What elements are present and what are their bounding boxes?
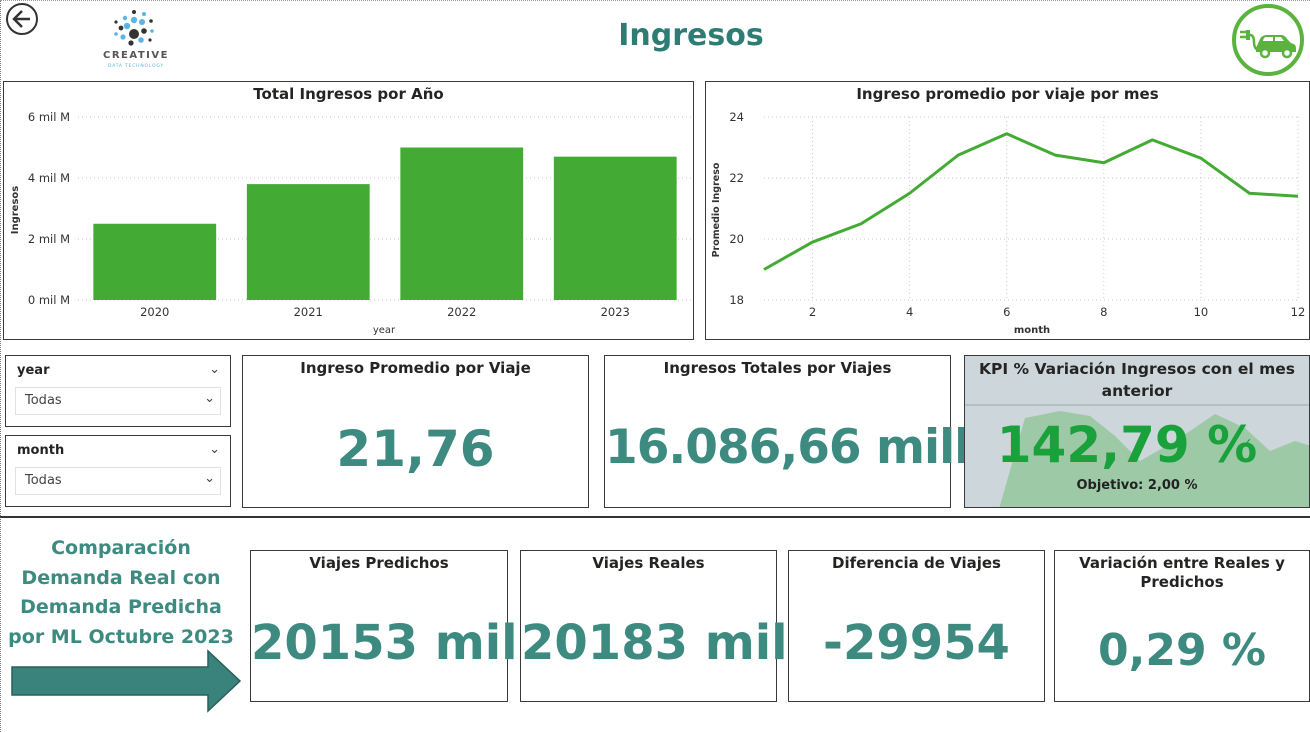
page-title: Ingresos [618, 18, 764, 53]
kpi-title: KPI % Variación Ingresos con el mes ante… [979, 360, 1295, 400]
predicted-trips-value: 20153 mil [251, 615, 518, 671]
logo-dots-icon [114, 10, 154, 46]
kpi-card: KPI % Variación Ingresos con el mes ante… [964, 355, 1310, 508]
page-border-top [0, 0, 1310, 2]
chevron-down-icon: ⌄ [204, 391, 215, 406]
predicted-trips-title: Viajes Predichos [309, 554, 449, 572]
kpi-target: Objetivo: 2,00 % [1076, 478, 1198, 493]
trip-difference-value: -29954 [823, 615, 1010, 671]
bar[interactable] [93, 223, 217, 300]
avg-income-title: Ingreso Promedio por Viaje [300, 359, 531, 377]
total-income-title: Ingresos Totales por Viajes [663, 359, 892, 377]
line-chart-panel: Ingreso promedio por viaje por mes 18 20 2… [705, 81, 1310, 340]
x-tick-label: 2023 [601, 305, 630, 319]
y-tick-label: 2 mil M [28, 232, 70, 246]
x-tick-label: 12 [1291, 305, 1306, 319]
month-dropdown-value: Todas [25, 473, 62, 488]
bar-chart-ylabel: Ingresos [10, 186, 21, 235]
logo-tagline: DATA TECHNOLOGY [108, 64, 164, 69]
bar-chart-panel: Total Ingresos por Año 0 mil M2 mil M4 m… [3, 81, 694, 340]
back-arrow-icon[interactable] [6, 3, 38, 35]
variation-card: Variación entre Reales y Predichos 0,29 … [1054, 550, 1310, 702]
bar[interactable] [246, 184, 370, 300]
back-arrow-glyph [12, 10, 30, 28]
real-trips-card: Viajes Reales 20183 mil [520, 550, 788, 702]
real-trips-value: 20183 mil [521, 615, 788, 671]
avg-income-value: 21,76 [336, 420, 495, 478]
total-income-value: 16.086,66 mill. [605, 420, 987, 475]
line-chart: 18202224 2 4 6 8 10 12 month Promedio Ingreso [711, 110, 1306, 336]
bar-chart-xlabel: year [373, 325, 396, 336]
y-tick-label: 0 mil M [28, 293, 70, 307]
x-tick-label: 6 [1003, 305, 1010, 319]
bar[interactable] [553, 156, 677, 300]
x-tick-label: 2020 [140, 305, 169, 319]
bar[interactable] [400, 147, 524, 301]
x-tick-label: 8 [1100, 305, 1107, 319]
x-tick-label: 4 [906, 305, 913, 319]
month-dropdown[interactable]: Todas ⌄ [15, 467, 221, 495]
trip-difference-card: Diferencia de Viajes -29954 [788, 550, 1045, 702]
comparison-heading: Comparación Demanda Real con Demanda Pre… [8, 537, 234, 648]
bar-chart: 0 mil M 2 mil M 4 mil M 6 mil M 2020 2021 202… [10, 110, 692, 336]
real-trips-title: Viajes Reales [592, 554, 705, 572]
series-line[interactable] [763, 132, 1299, 271]
predicted-trips-card: Viajes Predichos 20153 mil [250, 550, 518, 702]
variation-value: 0,29 % [1098, 625, 1266, 676]
year-dropdown-value: Todas [25, 393, 62, 408]
chevron-down-icon[interactable]: ⌄ [209, 442, 220, 457]
right-arrow-icon [10, 649, 242, 713]
y-tick-label: 6 mil M [28, 110, 70, 124]
year-slicer-label: year [17, 363, 50, 378]
year-slicer[interactable]: year ⌄ Todas ⌄ [5, 355, 231, 427]
line-chart-ylabel: Promedio Ingreso [711, 162, 722, 257]
total-income-card: Ingresos Totales por Viajes 16.086,66 mi… [604, 355, 987, 508]
x-tick-label: 2022 [447, 305, 476, 319]
year-dropdown[interactable]: Todas ⌄ [15, 387, 221, 415]
variation-title: Variación entre Reales y Predichos [1079, 554, 1285, 591]
check-icon: ✓ [1241, 436, 1253, 452]
y-tick-label: 20 [729, 232, 744, 246]
x-tick-label: 2021 [294, 305, 323, 319]
y-tick-label: 24 [729, 110, 744, 124]
section-divider [0, 516, 1310, 518]
creative-logo: CREATIVE DATA TECHNOLOGY [96, 6, 176, 72]
logo-wordmark: CREATIVE [103, 50, 169, 61]
avg-income-card: Ingreso Promedio por Viaje 21,76 [242, 355, 589, 508]
x-tick-label: 10 [1194, 305, 1209, 319]
electric-car-icon [1232, 4, 1304, 76]
line-chart-xlabel: month [1014, 325, 1050, 336]
y-tick-label: 22 [729, 171, 744, 185]
month-slicer[interactable]: month ⌄ Todas ⌄ [5, 435, 231, 507]
y-tick-label: 4 mil M [28, 171, 70, 185]
page-border [0, 0, 2, 732]
month-slicer-label: month [17, 443, 65, 458]
x-tick-label: 2 [809, 305, 816, 319]
y-tick-label: 18 [729, 293, 744, 307]
chevron-down-icon[interactable]: ⌄ [209, 362, 220, 377]
chevron-down-icon: ⌄ [204, 471, 215, 486]
trip-difference-title: Diferencia de Viajes [832, 554, 1001, 572]
